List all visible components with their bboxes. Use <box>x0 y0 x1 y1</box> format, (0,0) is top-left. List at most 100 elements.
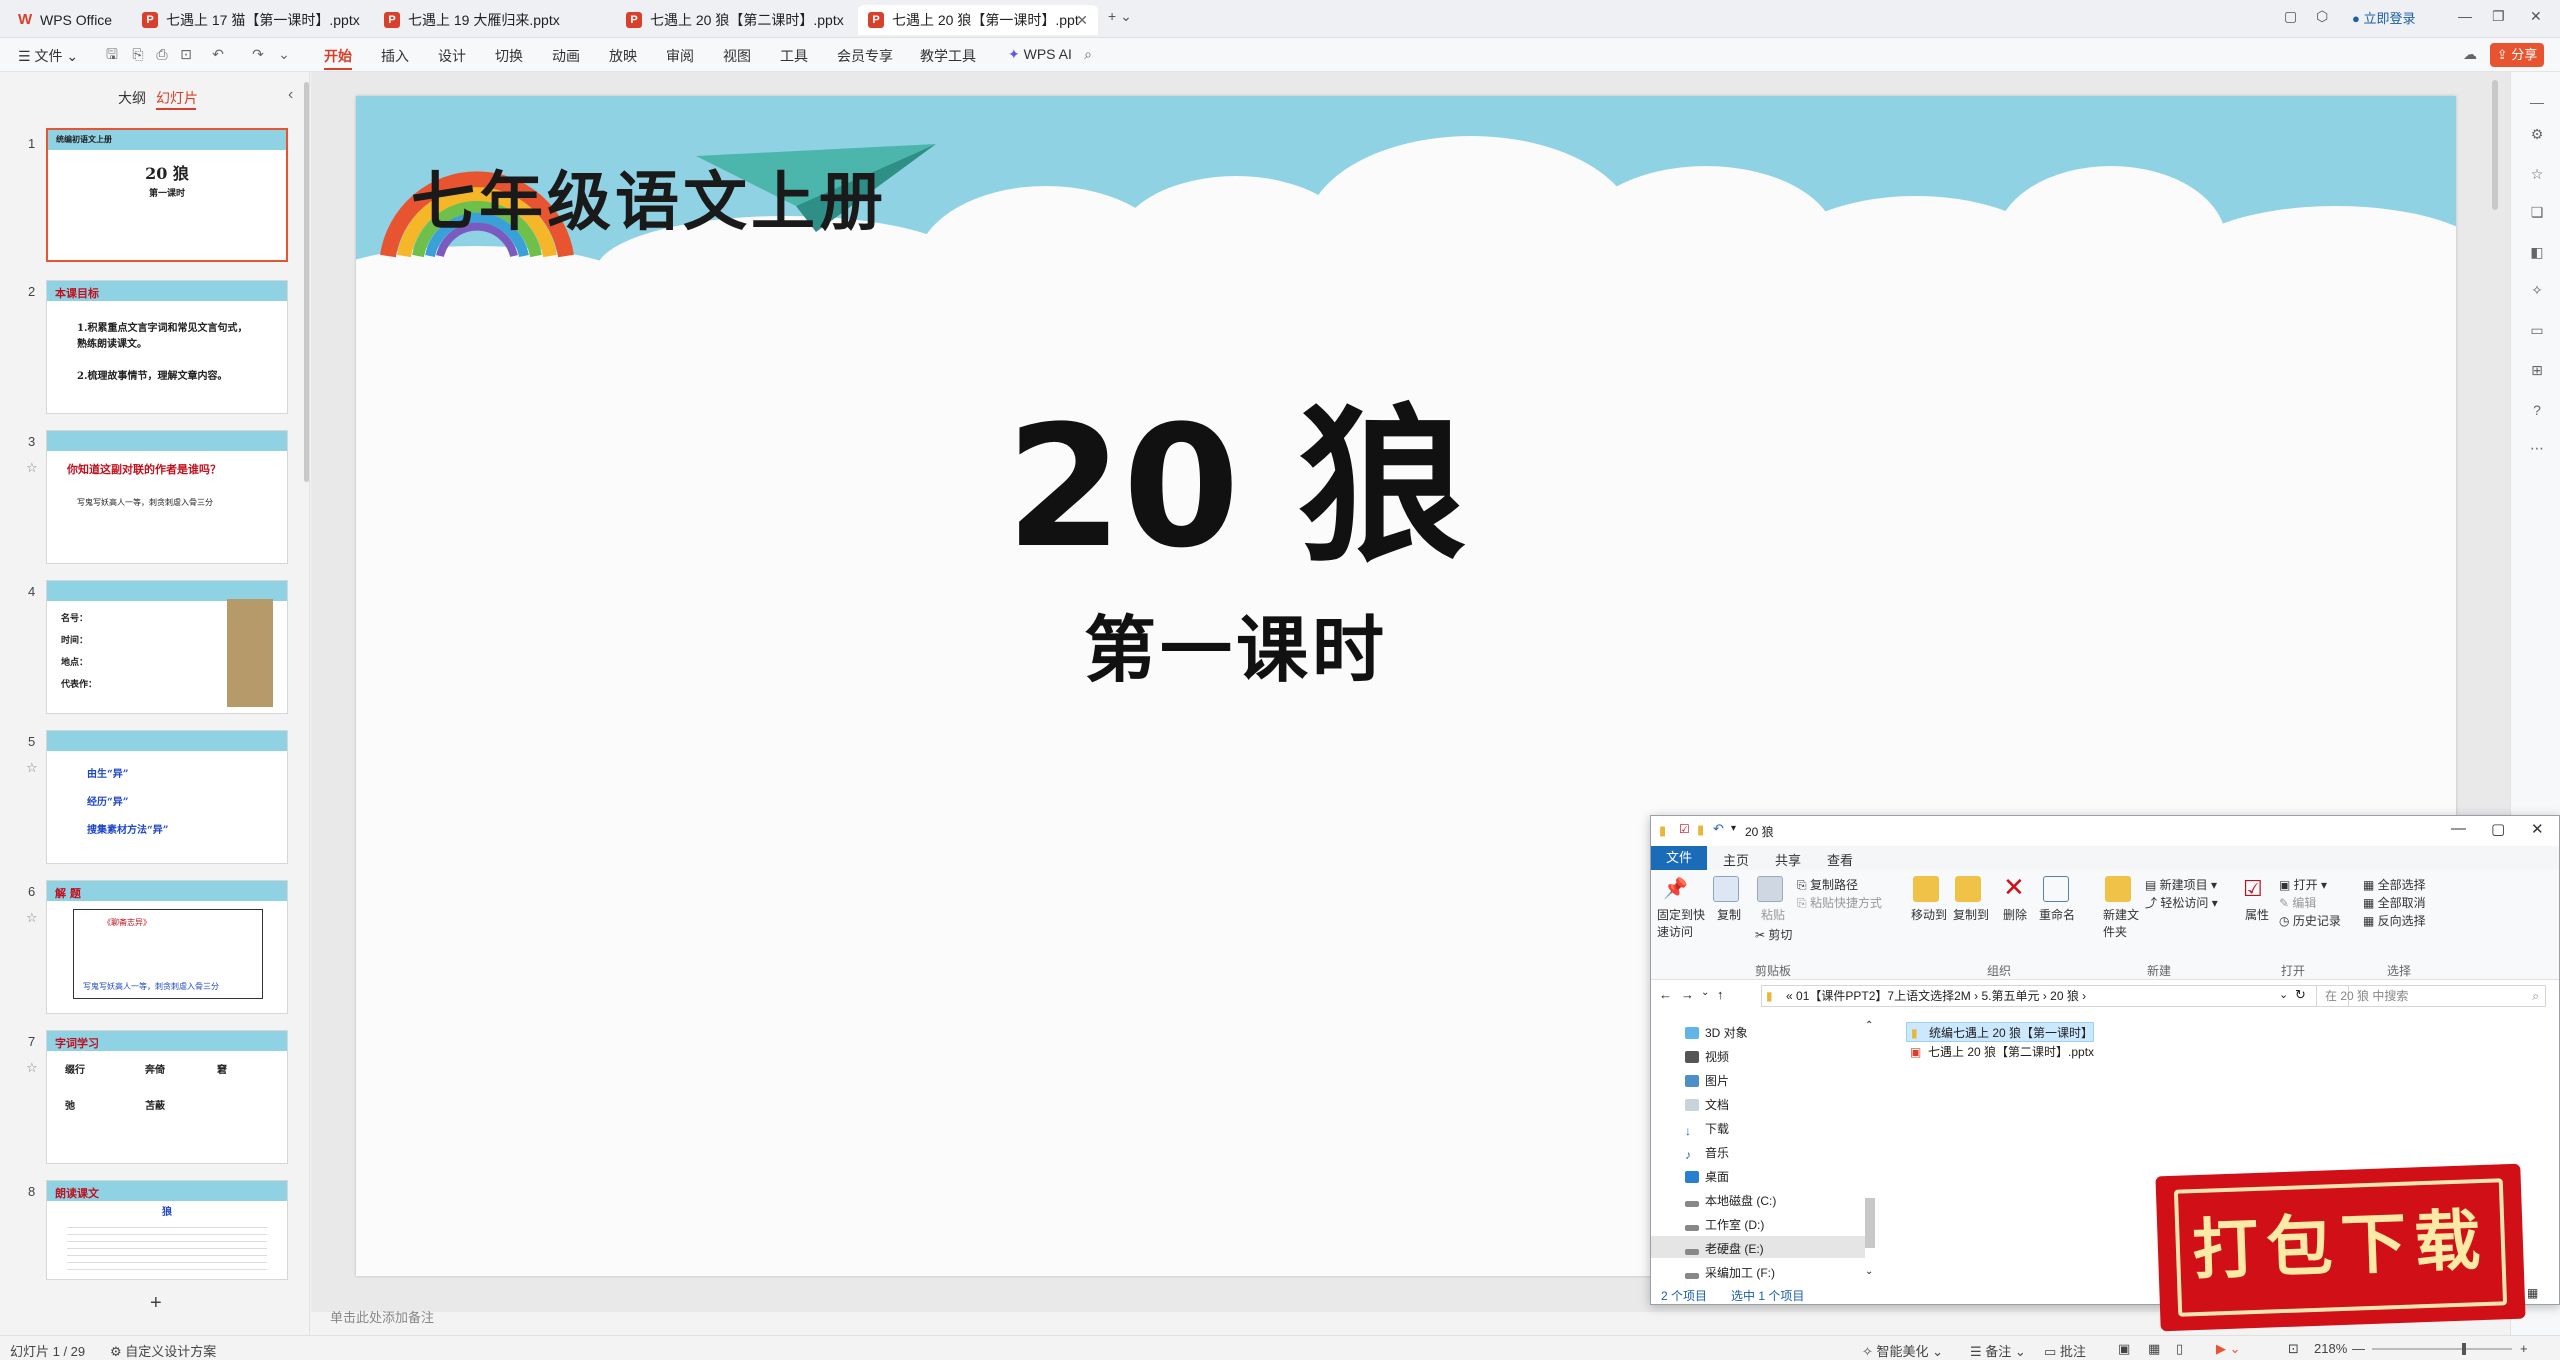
history-button[interactable]: ◷ 历史记录 <box>2279 912 2341 929</box>
star-icon[interactable]: ☆ <box>26 910 38 926</box>
menu-design[interactable]: 设计 <box>438 46 466 66</box>
redo-icon[interactable]: ↷ <box>250 46 266 62</box>
ribbon-tab-share[interactable]: 共享 <box>1775 850 1801 869</box>
collapse-icon[interactable]: — <box>2529 94 2545 110</box>
preview-icon[interactable]: ⊡ <box>178 46 194 62</box>
nav-drive-d[interactable]: 工作室 (D:) <box>1685 1216 1764 1233</box>
add-slide-button[interactable]: + <box>150 1292 162 1315</box>
forward-icon[interactable]: → <box>1681 987 1694 1002</box>
template-icon[interactable]: ◧ <box>2529 244 2545 260</box>
nav-scrollbar[interactable] <box>1865 1198 1875 1248</box>
minimize-icon[interactable]: — <box>2458 8 2472 24</box>
tab-doc-20-1[interactable]: P 七遇上 20 狼【第一课时】.ppt ✕ <box>858 5 1098 35</box>
slide-thumbnail-6[interactable]: 解 题 《聊斋志异》 写鬼写妖高人一等，刺贪刺虐入骨三分 <box>46 880 288 1014</box>
more-dropdown-icon[interactable]: ⌄ <box>276 46 292 62</box>
print-icon[interactable]: ⎙ <box>154 46 170 62</box>
star-icon[interactable]: ☆ <box>2529 166 2545 182</box>
qat-dropdown-icon[interactable]: ▾ <box>1731 823 1736 834</box>
slide-subtitle[interactable]: 第一课时 <box>356 591 2116 696</box>
nav-desktop[interactable]: 桌面 <box>1685 1168 1729 1185</box>
nav-drive-f[interactable]: 采编加工 (F:) <box>1685 1264 1775 1281</box>
collapse-panel-icon[interactable]: ‹ <box>288 86 293 104</box>
undo-icon[interactable]: ↶ <box>210 46 226 62</box>
nav-drive-c[interactable]: 本地磁盘 (C:) <box>1685 1192 1776 1209</box>
star-icon[interactable]: ☆ <box>26 760 38 776</box>
magic-icon[interactable]: ✧ <box>2529 282 2545 298</box>
normal-view-icon[interactable]: ▣ <box>2118 1341 2130 1357</box>
new-item-button[interactable]: ▤ 新建项目 ▾ <box>2145 876 2217 893</box>
zoom-slider[interactable] <box>2372 1348 2512 1350</box>
nav-pictures[interactable]: 图片 <box>1685 1072 1729 1089</box>
slide-thumbnail-8[interactable]: 朗读课文 狼 <box>46 1180 288 1280</box>
translate-icon[interactable]: ⊞ <box>2529 362 2545 378</box>
menu-slideshow[interactable]: 放映 <box>609 46 637 66</box>
menu-view[interactable]: 视图 <box>723 46 751 66</box>
zoom-out-icon[interactable]: — <box>2352 1341 2365 1356</box>
new-folder-button[interactable]: 新建文件夹 <box>2103 906 2143 940</box>
explorer-search-input[interactable]: 在 20 狼 中搜索 ⌕ <box>2316 985 2546 1007</box>
zoom-level[interactable]: 218% <box>2314 1341 2347 1356</box>
tab-wps-office[interactable]: W WPS Office <box>8 5 128 35</box>
tab-doc-20-2[interactable]: P 七遇上 20 狼【第二课时】.pptx <box>616 5 854 35</box>
nav-videos[interactable]: 视频 <box>1685 1048 1729 1065</box>
fit-zoom-icon[interactable]: ⊡ <box>2288 1341 2299 1357</box>
thumbnail-scrollbar[interactable] <box>304 82 309 482</box>
up-icon[interactable]: ↑ <box>1717 987 1724 1002</box>
nav-3d-objects[interactable]: 3D 对象 <box>1685 1024 1748 1041</box>
properties-button[interactable]: 属性 <box>2245 906 2269 923</box>
address-path[interactable]: ▮ « 01【课件PPT2】7上语文选择2M › 5.第五单元 › 20 狼 › <box>1761 985 2349 1007</box>
slide-title[interactable]: 20 狼 <box>356 351 2116 594</box>
minimize-icon[interactable]: — <box>2451 820 2466 837</box>
export-icon[interactable]: ⎘ <box>130 46 146 62</box>
maximize-icon[interactable]: ❐ <box>2492 8 2505 25</box>
star-icon[interactable]: ☆ <box>26 460 38 476</box>
tab-doc-17[interactable]: P 七遇上 17 猫【第一课时】.pptx <box>132 5 370 35</box>
file-item[interactable]: ▮ 统编七遇上 20 狼【第一课时】 <box>1906 1022 2095 1042</box>
save-icon[interactable]: 🖫 <box>104 46 120 62</box>
zoom-in-icon[interactable]: + <box>2520 1341 2528 1356</box>
select-all-button[interactable]: ▦ 全部选择 <box>2363 876 2426 893</box>
slide-thumbnail-4[interactable]: 名号： 时间： 地点： 代表作： <box>46 580 288 714</box>
slide-scrollbar[interactable] <box>2492 80 2498 210</box>
close-icon[interactable]: ✕ <box>2531 820 2544 838</box>
comments-button[interactable]: ▭ 批注 <box>2044 1341 2086 1360</box>
slide-thumbnail-3[interactable]: 你知道这副对联的作者是谁吗？ 写鬼写妖高人一等，刺贪刺虐入骨三分 <box>46 430 288 564</box>
close-tab-icon[interactable]: ✕ <box>1076 5 1088 35</box>
scroll-down-icon[interactable]: ⌄ <box>1865 1266 1873 1277</box>
invert-selection-button[interactable]: ▦ 反向选择 <box>2363 912 2426 929</box>
menu-home[interactable]: 开始 <box>324 46 352 66</box>
menu-tools[interactable]: 工具 <box>780 46 808 66</box>
nav-downloads[interactable]: ↓ 下载 <box>1685 1120 1729 1138</box>
open-button[interactable]: ▣ 打开 ▾ <box>2279 876 2327 893</box>
slide-thumbnail-5[interactable]: 由生“异” 经历“异” 搜集素材方法“异” <box>46 730 288 864</box>
star-icon[interactable]: ☆ <box>26 1060 38 1076</box>
undo-icon[interactable]: ↶ <box>1713 821 1724 837</box>
maximize-icon[interactable]: ▢ <box>2491 820 2505 838</box>
menu-teaching[interactable]: 教学工具 <box>920 46 976 66</box>
login-button[interactable]: ● 立即登录 <box>2352 8 2416 27</box>
path-dropdown-icon[interactable]: ⌄ <box>2279 988 2288 1001</box>
file-menu[interactable]: ☰ 文件 ⌄ <box>18 46 78 66</box>
zoom-slider-thumb[interactable] <box>2462 1343 2466 1355</box>
properties-quick-icon[interactable]: ☑ <box>1679 822 1690 836</box>
back-icon[interactable]: ← <box>1659 987 1672 1002</box>
share-button[interactable]: ⇪ 分享 <box>2490 43 2544 67</box>
design-scheme-button[interactable]: ⚙ 自定义设计方案 <box>110 1341 216 1360</box>
slide-thumbnail-7[interactable]: 字词学习 缀行 奔倚 窘 弛 苫蔽 <box>46 1030 288 1164</box>
layers-icon[interactable]: ❏ <box>2529 204 2545 220</box>
path-segment[interactable]: 5.第五单元 <box>1981 989 2039 1003</box>
delete-button[interactable]: 删除 <box>2003 906 2027 923</box>
window-layout-icon[interactable]: ▢ <box>2284 8 2297 25</box>
menu-member[interactable]: 会员专享 <box>837 46 893 66</box>
nav-documents[interactable]: 文档 <box>1685 1096 1729 1113</box>
smart-beautify-button[interactable]: ✧ 智能美化 ⌄ <box>1862 1341 1943 1360</box>
reading-view-icon[interactable]: ▯ <box>2176 1341 2183 1357</box>
search-icon[interactable]: ⌕ <box>1080 46 1096 62</box>
scroll-up-icon[interactable]: ⌃ <box>1865 1020 1873 1031</box>
ribbon-tab-home[interactable]: 主页 <box>1723 850 1749 869</box>
sorter-view-icon[interactable]: ▦ <box>2148 1341 2160 1357</box>
close-window-icon[interactable]: ✕ <box>2530 8 2542 25</box>
menu-transition[interactable]: 切换 <box>495 46 523 66</box>
new-folder-quick-icon[interactable]: ▮ <box>1697 822 1704 838</box>
menu-animation[interactable]: 动画 <box>552 46 580 66</box>
